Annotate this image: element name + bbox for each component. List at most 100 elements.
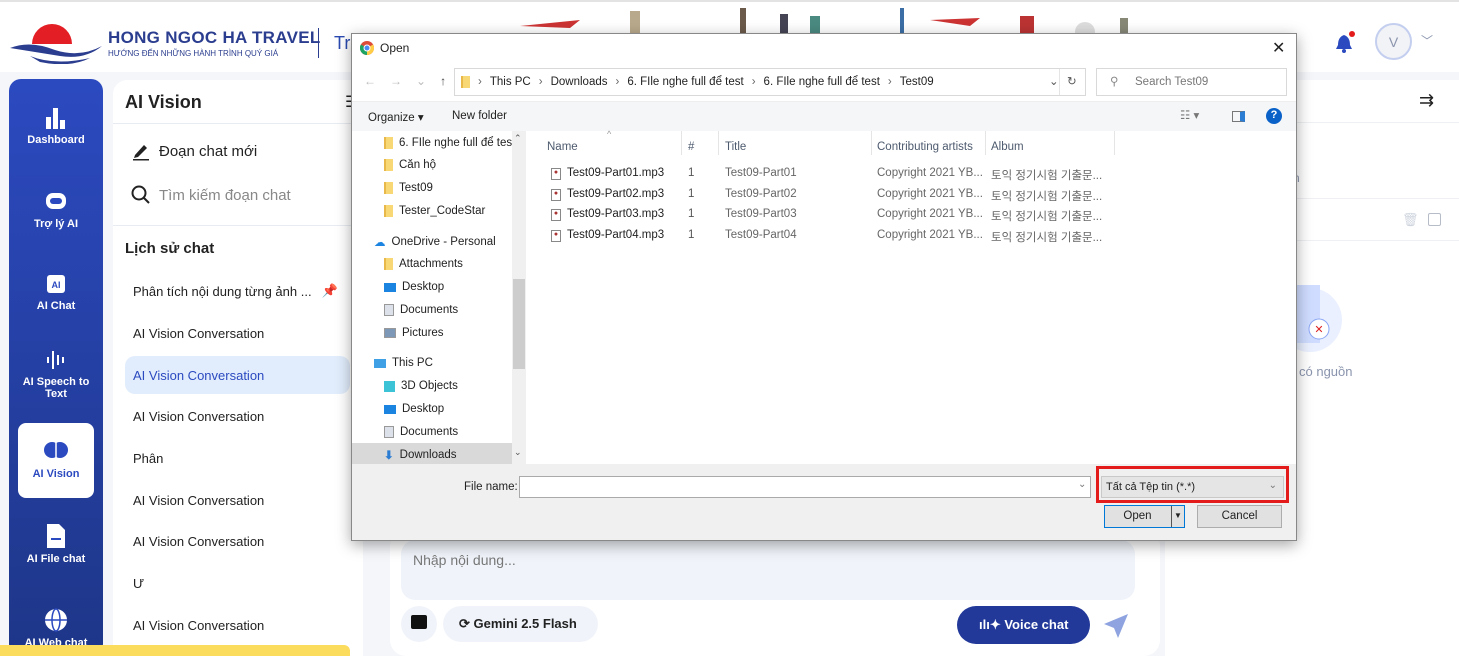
nav-item-file-chat[interactable]: AI File chat: [9, 522, 103, 565]
column-header-number[interactable]: #: [688, 141, 694, 153]
chrome-icon: [360, 41, 374, 55]
main-nav: Dashboard Trợ lý AI AI AI Chat AI Speech…: [9, 79, 103, 656]
refresh-icon[interactable]: ↻: [1067, 74, 1077, 88]
file-row[interactable]: ● Test09-Part01.mp3 1 Test09-Part01 Copy…: [551, 165, 1111, 183]
history-item-active[interactable]: AI Vision Conversation: [125, 356, 350, 394]
audio-file-icon: ●: [551, 230, 561, 242]
nav-documents[interactable]: Documents: [384, 426, 458, 438]
search-chat-input[interactable]: Tìm kiếm đoạn chat: [131, 185, 291, 205]
new-folder-button[interactable]: New folder: [452, 110, 507, 122]
organize-button[interactable]: Organize ▾: [368, 110, 424, 124]
file-track: 1: [688, 229, 694, 241]
breadcrumb-item[interactable]: This PC: [490, 76, 531, 88]
image-upload-button[interactable]: [401, 606, 437, 642]
nav-item-assistant[interactable]: Trợ lý AI: [9, 187, 103, 230]
breadcrumb-item[interactable]: 6. FIle nghe full để test: [764, 76, 880, 88]
cancel-button[interactable]: Cancel: [1197, 505, 1282, 528]
forward-icon[interactable]: →: [390, 74, 402, 88]
file-album: 토익 정기시험 기출문...: [991, 208, 1102, 224]
nav-desktop[interactable]: Desktop: [384, 281, 444, 293]
user-avatar[interactable]: V: [1375, 23, 1412, 60]
voice-chat-button[interactable]: ılı✦ Voice chat: [957, 606, 1090, 644]
dialog-toolbar: Organize ▾ New folder ☷ ▾ ?: [352, 101, 1296, 131]
help-icon[interactable]: ?: [1266, 108, 1282, 124]
chevron-down-icon[interactable]: ⌄: [1078, 479, 1086, 490]
column-header-title[interactable]: Title: [725, 141, 746, 153]
column-header-artists[interactable]: Contributing artists: [877, 141, 973, 153]
nav-folder[interactable]: Tester_CodeStar: [384, 205, 485, 217]
history-label: Phân: [133, 451, 163, 466]
file-track: 1: [688, 188, 694, 200]
file-name: Test09-Part02.mp3: [567, 188, 664, 200]
trash-icon[interactable]: 🗑: [1402, 212, 1419, 228]
computer-icon: [374, 359, 386, 368]
history-item[interactable]: AI Vision Conversation: [125, 481, 350, 519]
notification-bell-icon[interactable]: [1335, 31, 1357, 55]
recent-dropdown-icon[interactable]: ⌄: [416, 74, 426, 88]
nav-scrollbar[interactable]: ⌃ ⌄: [512, 131, 526, 464]
column-header-name[interactable]: Name: [547, 141, 578, 153]
history-item[interactable]: AI Vision Conversation: [125, 314, 350, 352]
nav-pictures[interactable]: Pictures: [384, 327, 444, 339]
close-icon[interactable]: ✕: [1272, 38, 1285, 58]
nav-label: Pictures: [402, 327, 444, 339]
history-item[interactable]: AI Vision Conversation: [125, 522, 350, 560]
file-name: Test09-Part01.mp3: [567, 167, 664, 179]
select-all-checkbox[interactable]: [1428, 213, 1441, 226]
preview-pane-icon[interactable]: [1232, 111, 1245, 122]
scroll-up-icon[interactable]: ⌃: [514, 133, 522, 144]
history-item[interactable]: AI Vision Conversation: [125, 397, 350, 435]
nav-this-pc[interactable]: This PC: [374, 357, 433, 369]
view-options-icon[interactable]: ☷ ▾: [1180, 108, 1199, 122]
scroll-down-icon[interactable]: ⌄: [514, 447, 522, 458]
file-track: 1: [688, 167, 694, 179]
history-item[interactable]: Ư: [125, 564, 350, 602]
collapse-panel-icon[interactable]: ⇉: [1419, 90, 1434, 111]
open-dropdown-icon[interactable]: ▼: [1171, 506, 1184, 527]
address-bar[interactable]: ›This PC ›Downloads ›6. FIle nghe full đ…: [454, 68, 1086, 96]
nav-folder[interactable]: Căn hộ: [384, 159, 436, 171]
pin-icon[interactable]: 📌: [322, 283, 338, 299]
brand-tagline: HƯỚNG ĐẾN NHỮNG HÀNH TRÌNH QUÝ GIÁ: [108, 49, 321, 58]
message-input[interactable]: Nhập nội dung...: [401, 540, 1135, 600]
file-name-input[interactable]: [519, 476, 1091, 498]
nav-documents[interactable]: Documents: [384, 304, 458, 316]
chevron-down-icon[interactable]: ⌄: [1049, 74, 1059, 88]
breadcrumb-item[interactable]: 6. FIle nghe full để test: [627, 76, 743, 88]
back-icon[interactable]: ←: [364, 74, 376, 88]
file-row[interactable]: ● Test09-Part04.mp3 1 Test09-Part04 Copy…: [551, 227, 1111, 245]
document-icon: [384, 304, 394, 316]
history-item[interactable]: Phân: [125, 439, 350, 477]
nav-3d-objects[interactable]: 3D Objects: [384, 380, 458, 392]
nav-item-web-chat[interactable]: AI Web chat: [9, 606, 103, 649]
nav-item-dashboard[interactable]: Dashboard: [9, 105, 103, 146]
chevron-down-icon[interactable]: ﹀: [1421, 32, 1433, 49]
nav-onedrive[interactable]: ☁OneDrive - Personal: [374, 235, 496, 249]
new-chat-button[interactable]: Đoạn chat mới: [131, 141, 257, 161]
column-header-album[interactable]: Album: [991, 141, 1024, 153]
soundwave-icon: [43, 347, 69, 373]
send-icon[interactable]: [1102, 612, 1130, 640]
history-item[interactable]: AI Vision Conversation: [125, 606, 350, 644]
search-input[interactable]: Search Test09: [1096, 68, 1287, 96]
nav-item-ai-chat[interactable]: AI AI Chat: [9, 271, 103, 312]
voice-label: Voice chat: [1004, 617, 1068, 632]
model-selector[interactable]: ⟳ Gemini 2.5 Flash: [443, 606, 598, 642]
nav-folder[interactable]: Attachments: [384, 258, 463, 270]
nav-downloads-selected[interactable]: ⬇Downloads: [384, 448, 457, 462]
bar-chart-icon: [43, 105, 69, 131]
nav-item-ai-vision[interactable]: AI Vision: [18, 423, 94, 498]
breadcrumb-item[interactable]: Downloads: [551, 76, 608, 88]
history-item[interactable]: Phân tích nội dung từng ảnh ...📌: [125, 272, 350, 310]
breadcrumb-item[interactable]: Test09: [900, 76, 934, 88]
scrollbar-thumb[interactable]: [513, 279, 525, 369]
nav-folder[interactable]: Test09: [384, 182, 433, 194]
nav-label: 3D Objects: [401, 380, 458, 392]
file-row[interactable]: ● Test09-Part03.mp3 1 Test09-Part03 Copy…: [551, 206, 1111, 224]
up-icon[interactable]: ↑: [440, 74, 446, 88]
nav-folder[interactable]: 6. FIle nghe full để tes: [384, 137, 512, 149]
nav-desktop[interactable]: Desktop: [384, 403, 444, 415]
file-row[interactable]: ● Test09-Part02.mp3 1 Test09-Part02 Copy…: [551, 186, 1111, 204]
nav-item-speech[interactable]: AI Speech to Text: [9, 347, 103, 400]
open-button[interactable]: Open▼: [1104, 505, 1185, 528]
